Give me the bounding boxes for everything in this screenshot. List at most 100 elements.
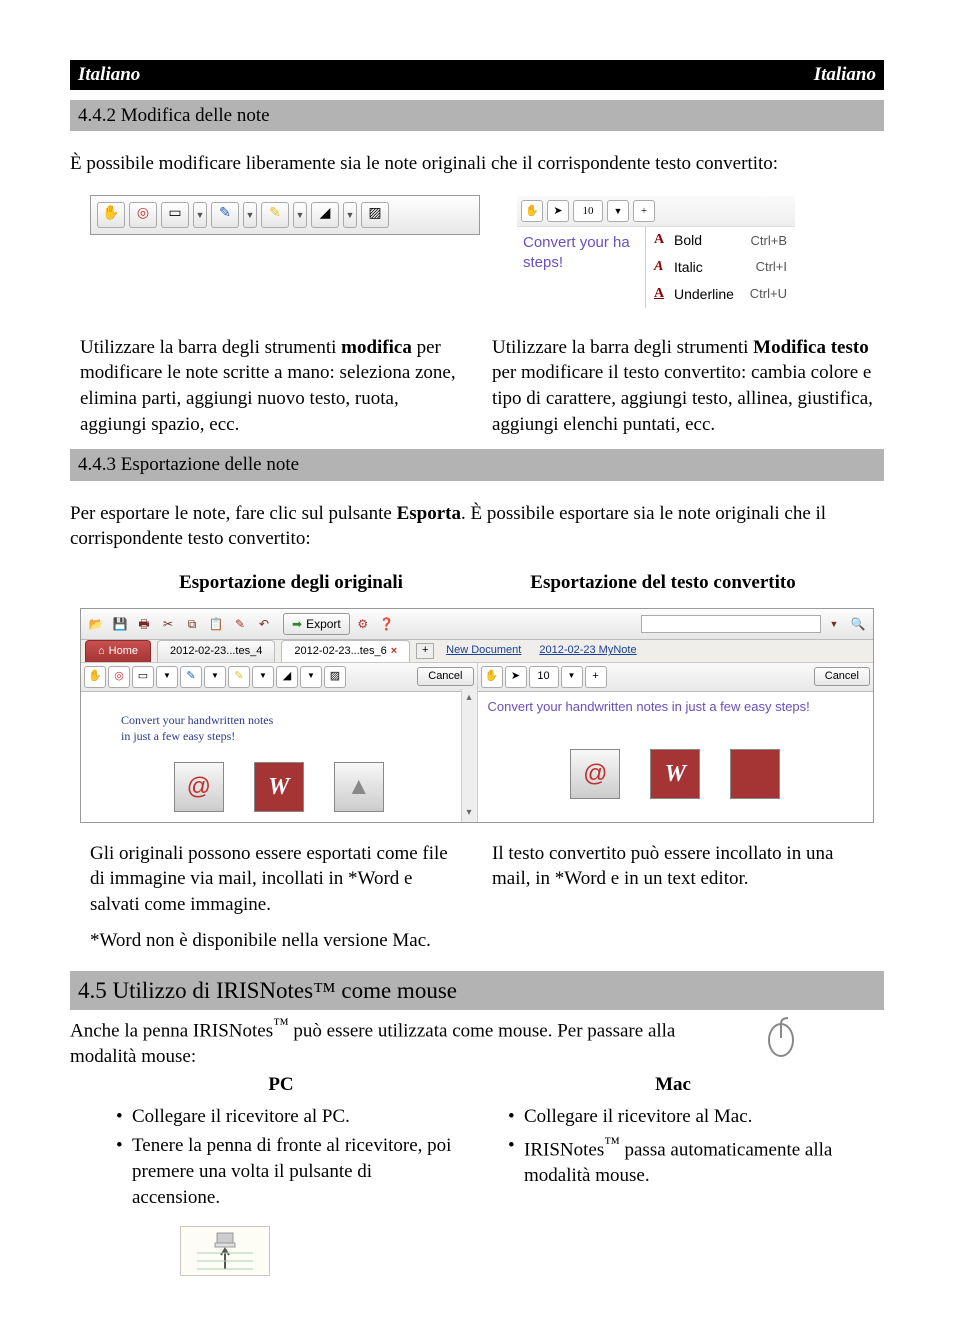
list-item: Collegare il ricevitore al PC.: [116, 1104, 462, 1130]
plus-icon: +: [633, 200, 655, 222]
settings-icon: ⚙: [352, 614, 374, 634]
export-conv-desc: Il testo convertito può essere incollato…: [492, 841, 864, 918]
doc-tab-2: 2012-02-23...tes_6 ×: [281, 640, 410, 662]
heading-45: 4.5 Utilizzo di IRISNotes™ come mouse: [70, 971, 884, 1010]
edit-toolbar-description: Utilizzare la barra degli strumenti modi…: [80, 335, 462, 438]
export-orig-label: Esportazione degli originali: [120, 570, 462, 596]
marquee-icon: ▭: [132, 666, 154, 688]
format-context-menu: A Bold Ctrl+B A Italic Ctrl+I A Underlin…: [645, 227, 795, 308]
sample-text-area: Convert your ha steps!: [517, 227, 645, 308]
new-tab-button: +: [416, 643, 434, 659]
menu-italic: A Italic Ctrl+I: [646, 254, 795, 281]
heading-443: 4.4.3 Esportazione delle note: [70, 449, 884, 481]
export-button: ➡ Export: [283, 613, 350, 635]
pen-icon: ✎: [180, 666, 202, 688]
dropdown-icon: ▼: [156, 666, 178, 688]
dropdown-icon: ▼: [607, 200, 629, 222]
list-item: Tenere la penna di fronte al ricevitore,…: [116, 1133, 462, 1210]
highlighter-icon: ✎: [228, 666, 250, 688]
edit-toolbar-screenshot: ✋ ◎ ▭ ▼ ✎ ▼ ✎ ▼ ◢ ▼ ▨: [90, 195, 480, 235]
hand-icon: ✋: [521, 200, 543, 222]
dropdown-icon: ▼: [243, 202, 257, 228]
export-word-icon: W: [254, 762, 304, 812]
handwriting-area: Convert your handwritten notes in just a…: [81, 692, 477, 822]
text-format-screenshot: ✋ ➤ 10 ▼ + Convert your ha steps! A Bold…: [516, 195, 796, 309]
plus-icon: +: [585, 666, 607, 688]
scrollbar: ▴ ▾: [461, 689, 477, 822]
converted-text-area: Convert your handwritten notes in just a…: [478, 692, 874, 722]
language-header: Italiano Italiano: [70, 60, 884, 90]
home-icon: ⌂: [98, 644, 105, 659]
dropdown-icon: ▼: [252, 666, 274, 688]
export-word-icon: W: [650, 749, 700, 799]
pc-label: PC: [100, 1072, 462, 1098]
bold-icon: A: [654, 231, 670, 250]
pen-icon: ✎: [211, 202, 239, 228]
search-input: [641, 615, 821, 633]
select-icon: ◎: [129, 202, 157, 228]
print-icon: 🖶: [133, 614, 155, 634]
header-left: Italiano: [78, 62, 140, 88]
new-document-link: New Document: [440, 640, 527, 661]
export-email-icon: @: [570, 749, 620, 799]
export-window-screenshot: 📂 💾 🖶 ✂ ⧉ 📋 ✎ ↶ ➡ Export ⚙ ❓ ▼ 🔍 ⌂ Home …: [80, 608, 874, 823]
search-icon: 🔍: [847, 614, 869, 634]
marquee-icon: ▭: [161, 202, 189, 228]
cut-icon: ✂: [157, 614, 179, 634]
export-email-icon: @: [174, 762, 224, 812]
doc-tab-1: 2012-02-23...tes_4: [157, 640, 275, 662]
dropdown-icon: ▼: [823, 614, 845, 634]
dropdown-icon: ▼: [561, 666, 583, 688]
export-orig-desc: Gli originali possono essere esportati c…: [90, 841, 462, 918]
hand-icon: ✋: [97, 202, 125, 228]
mac-label: Mac: [492, 1072, 854, 1098]
export-editor-icon: [730, 749, 780, 799]
menu-bold: A Bold Ctrl+B: [646, 227, 795, 254]
font-size-field: 10: [529, 666, 559, 688]
eraser-icon: ◢: [276, 666, 298, 688]
italic-icon: A: [654, 258, 670, 277]
intro-45: Anche la penna IRISNotes™ può essere uti…: [70, 1014, 724, 1070]
cancel-button: Cancel: [417, 667, 473, 686]
scroll-up-icon: ▴: [466, 691, 471, 705]
dropdown-icon: ▼: [204, 666, 226, 688]
note-icon: ▨: [361, 202, 389, 228]
export-converted-label: Esportazione del testo convertito: [492, 570, 834, 596]
export-image-icon: ▲: [334, 762, 384, 812]
home-tab: ⌂ Home: [85, 640, 151, 662]
dropdown-icon: ▼: [343, 202, 357, 228]
mac-steps: Collegare il ricevitore al Mac. IRISNote…: [492, 1104, 854, 1189]
select-icon: ◎: [108, 666, 130, 688]
intro-443: Per esportare le note, fare clic sul pul…: [70, 501, 884, 552]
close-icon: ×: [391, 644, 397, 659]
list-item: Collegare il ricevitore al Mac.: [508, 1104, 854, 1130]
hand-icon: ✋: [84, 666, 106, 688]
hand-icon: ✋: [481, 666, 503, 688]
eraser-icon: ◢: [311, 202, 339, 228]
highlighter-icon: ✎: [261, 202, 289, 228]
word-footnote: *Word non è disponibile nella versione M…: [90, 928, 864, 954]
pen-icon: ✎: [229, 614, 251, 634]
text-toolbar-description: Utilizzare la barra degli strumenti Modi…: [492, 335, 874, 438]
paste-icon: 📋: [205, 614, 227, 634]
dropdown-icon: ▼: [300, 666, 322, 688]
cancel-button: Cancel: [814, 667, 870, 686]
receiver-diagram: [180, 1226, 270, 1276]
save-icon: 💾: [109, 614, 131, 634]
cursor-icon: ➤: [505, 666, 527, 688]
note-icon: ▨: [324, 666, 346, 688]
undo-icon: ↶: [253, 614, 275, 634]
list-item: IRISNotes™ passa automaticamente alla mo…: [508, 1133, 854, 1189]
dropdown-icon: ▼: [193, 202, 207, 228]
help-icon: ❓: [376, 614, 398, 634]
header-right: Italiano: [814, 62, 876, 88]
open-icon: 📂: [85, 614, 107, 634]
font-size-field: 10: [573, 200, 603, 222]
dropdown-icon: ▼: [293, 202, 307, 228]
copy-icon: ⧉: [181, 614, 203, 634]
underline-icon: A: [654, 285, 670, 304]
heading-442: 4.4.2 Modifica delle note: [70, 100, 884, 132]
mynote-link: 2012-02-23 MyNote: [533, 640, 642, 661]
export-arrow-icon: ➡: [292, 616, 302, 632]
intro-442: È possibile modificare liberamente sia l…: [70, 151, 884, 177]
